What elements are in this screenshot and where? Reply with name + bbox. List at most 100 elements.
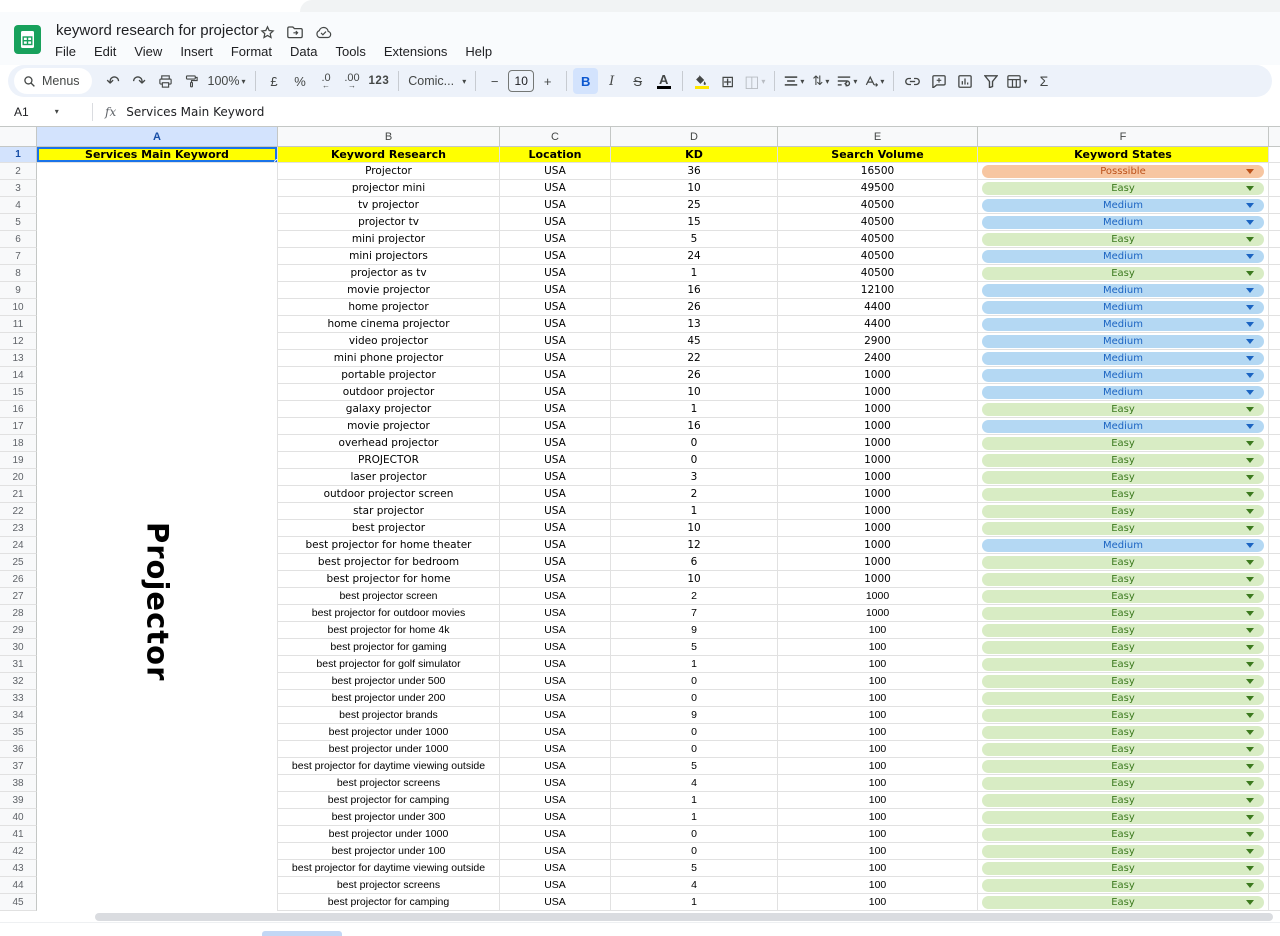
cloud-saved-icon[interactable] bbox=[314, 23, 332, 41]
cell-A7[interactable] bbox=[37, 248, 278, 265]
keyword-state-dropdown[interactable]: Easy bbox=[982, 267, 1264, 280]
volume-cell-E20[interactable]: 1000 bbox=[778, 469, 978, 486]
location-cell-C17[interactable]: USA bbox=[500, 418, 611, 435]
create-filter-button[interactable] bbox=[978, 68, 1003, 94]
kd-cell-D14[interactable]: 26 bbox=[611, 367, 778, 384]
keyword-cell-B33[interactable]: best projector under 200 bbox=[278, 690, 500, 707]
cell-A8[interactable] bbox=[37, 265, 278, 282]
row-header-12[interactable]: 12 bbox=[0, 333, 37, 350]
kd-cell-D11[interactable]: 13 bbox=[611, 316, 778, 333]
volume-cell-E28[interactable]: 1000 bbox=[778, 605, 978, 622]
row-header-9[interactable]: 9 bbox=[0, 282, 37, 299]
row-header-11[interactable]: 11 bbox=[0, 316, 37, 333]
keyword-state-dropdown[interactable]: Easy bbox=[982, 590, 1264, 603]
increase-font-size-button[interactable]: + bbox=[535, 68, 560, 94]
column-header-B[interactable]: B bbox=[278, 127, 500, 147]
keyword-state-dropdown[interactable]: Easy bbox=[982, 233, 1264, 246]
keyword-state-dropdown[interactable]: Easy bbox=[982, 760, 1264, 773]
kd-cell-D30[interactable]: 5 bbox=[611, 639, 778, 656]
fill-handle[interactable] bbox=[274, 159, 278, 163]
cell-A42[interactable] bbox=[37, 843, 278, 860]
row-header-19[interactable]: 19 bbox=[0, 452, 37, 469]
location-cell-C31[interactable]: USA bbox=[500, 656, 611, 673]
volume-cell-E27[interactable]: 1000 bbox=[778, 588, 978, 605]
row-header-40[interactable]: 40 bbox=[0, 809, 37, 826]
cell-A20[interactable] bbox=[37, 469, 278, 486]
menu-help[interactable]: Help bbox=[458, 42, 499, 61]
location-cell-C42[interactable]: USA bbox=[500, 843, 611, 860]
kd-cell-D9[interactable]: 16 bbox=[611, 282, 778, 299]
keyword-cell-B13[interactable]: mini phone projector bbox=[278, 350, 500, 367]
volume-cell-E11[interactable]: 4400 bbox=[778, 316, 978, 333]
cell-A17[interactable] bbox=[37, 418, 278, 435]
cell-A5[interactable] bbox=[37, 214, 278, 231]
horizontal-align-button[interactable]: ▾ bbox=[781, 68, 807, 94]
volume-cell-E30[interactable]: 100 bbox=[778, 639, 978, 656]
cell-A19[interactable] bbox=[37, 452, 278, 469]
location-cell-C11[interactable]: USA bbox=[500, 316, 611, 333]
keyword-state-dropdown[interactable]: Easy bbox=[982, 794, 1264, 807]
volume-cell-E9[interactable]: 12100 bbox=[778, 282, 978, 299]
cell-A37[interactable] bbox=[37, 758, 278, 775]
keyword-cell-B30[interactable]: best projector for gaming bbox=[278, 639, 500, 656]
kd-cell-D17[interactable]: 16 bbox=[611, 418, 778, 435]
volume-cell-E24[interactable]: 1000 bbox=[778, 537, 978, 554]
row-header-38[interactable]: 38 bbox=[0, 775, 37, 792]
row-header-21[interactable]: 21 bbox=[0, 486, 37, 503]
functions-button[interactable]: Σ bbox=[1031, 68, 1056, 94]
fill-color-button[interactable] bbox=[689, 68, 714, 94]
volume-cell-E10[interactable]: 4400 bbox=[778, 299, 978, 316]
row-header-42[interactable]: 42 bbox=[0, 843, 37, 860]
paint-format-button[interactable] bbox=[179, 68, 204, 94]
kd-cell-D24[interactable]: 12 bbox=[611, 537, 778, 554]
location-cell-C36[interactable]: USA bbox=[500, 741, 611, 758]
borders-button[interactable]: ⊞ bbox=[715, 68, 740, 94]
location-cell-C25[interactable]: USA bbox=[500, 554, 611, 571]
column-header-F[interactable]: F bbox=[978, 127, 1269, 147]
location-cell-C13[interactable]: USA bbox=[500, 350, 611, 367]
cell-G1[interactable] bbox=[1269, 147, 1280, 163]
cell-A18[interactable] bbox=[37, 435, 278, 452]
keyword-cell-B39[interactable]: best projector for camping bbox=[278, 792, 500, 809]
keyword-state-dropdown[interactable]: Easy bbox=[982, 675, 1264, 688]
keyword-state-dropdown[interactable]: Easy bbox=[982, 641, 1264, 654]
kd-cell-D15[interactable]: 10 bbox=[611, 384, 778, 401]
name-box[interactable]: A1 ▾ bbox=[0, 105, 84, 119]
cell-C1[interactable]: Location bbox=[500, 147, 611, 163]
volume-cell-E44[interactable]: 100 bbox=[778, 877, 978, 894]
volume-cell-E40[interactable]: 100 bbox=[778, 809, 978, 826]
kd-cell-D19[interactable]: 0 bbox=[611, 452, 778, 469]
kd-cell-D42[interactable]: 0 bbox=[611, 843, 778, 860]
row-header-30[interactable]: 30 bbox=[0, 639, 37, 656]
keyword-state-dropdown[interactable]: Medium bbox=[982, 250, 1264, 263]
location-cell-C18[interactable]: USA bbox=[500, 435, 611, 452]
keyword-state-dropdown[interactable]: Easy bbox=[982, 692, 1264, 705]
kd-cell-D21[interactable]: 2 bbox=[611, 486, 778, 503]
row-header-7[interactable]: 7 bbox=[0, 248, 37, 265]
row-header-16[interactable]: 16 bbox=[0, 401, 37, 418]
keyword-cell-B24[interactable]: best projector for home theater bbox=[278, 537, 500, 554]
location-cell-C22[interactable]: USA bbox=[500, 503, 611, 520]
location-cell-C3[interactable]: USA bbox=[500, 180, 611, 197]
keyword-cell-B9[interactable]: movie projector bbox=[278, 282, 500, 299]
row-header-22[interactable]: 22 bbox=[0, 503, 37, 520]
row-header-45[interactable]: 45 bbox=[0, 894, 37, 911]
row-header-25[interactable]: 25 bbox=[0, 554, 37, 571]
row-header-24[interactable]: 24 bbox=[0, 537, 37, 554]
keyword-state-dropdown[interactable]: Medium bbox=[982, 369, 1264, 382]
cell-A30[interactable] bbox=[37, 639, 278, 656]
location-cell-C16[interactable]: USA bbox=[500, 401, 611, 418]
kd-cell-D35[interactable]: 0 bbox=[611, 724, 778, 741]
column-header-C[interactable]: C bbox=[500, 127, 611, 147]
location-cell-C34[interactable]: USA bbox=[500, 707, 611, 724]
column-header-A[interactable]: A bbox=[37, 127, 278, 147]
location-cell-C7[interactable]: USA bbox=[500, 248, 611, 265]
keyword-state-dropdown[interactable]: Easy bbox=[982, 437, 1264, 450]
row-header-3[interactable]: 3 bbox=[0, 180, 37, 197]
keyword-state-dropdown[interactable]: Medium bbox=[982, 335, 1264, 348]
cell-A25[interactable] bbox=[37, 554, 278, 571]
keyword-cell-B25[interactable]: best projector for bedroom bbox=[278, 554, 500, 571]
location-cell-C20[interactable]: USA bbox=[500, 469, 611, 486]
kd-cell-D39[interactable]: 1 bbox=[611, 792, 778, 809]
kd-cell-D29[interactable]: 9 bbox=[611, 622, 778, 639]
